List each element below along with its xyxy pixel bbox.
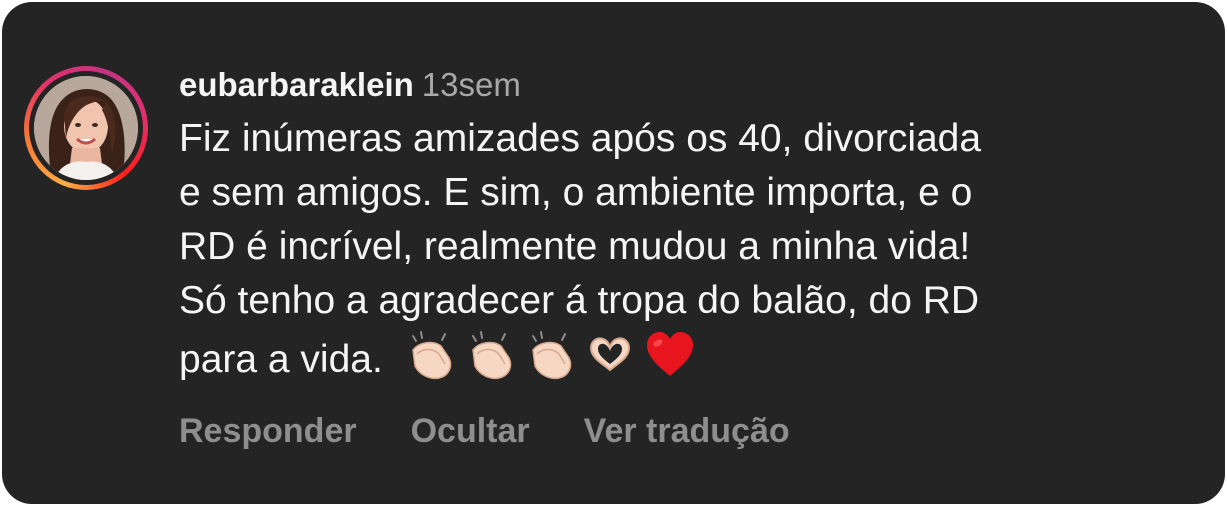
comment-line-text: para a vida.	[179, 338, 383, 381]
reply-button[interactable]: Responder	[179, 412, 357, 450]
avatar[interactable]	[34, 76, 138, 180]
comment-header: eubarbaraklein 13sem	[179, 62, 1199, 108]
comment-content: eubarbaraklein 13sem Fiz inúmeras amizade…	[179, 62, 1199, 387]
comment-text: Fiz inúmeras amizades após os 40, divorc…	[179, 112, 1199, 387]
timestamp[interactable]: 13sem	[422, 66, 521, 103]
story-ring[interactable]	[24, 66, 148, 190]
comment-actions: Responder Ocultar Ver tradução	[179, 412, 844, 451]
red-heart-icon	[646, 332, 693, 376]
avatar-gap	[29, 71, 143, 185]
heart-hands-icon	[589, 337, 630, 372]
hide-button[interactable]: Ocultar	[411, 412, 530, 450]
translate-button[interactable]: Ver tradução	[584, 412, 790, 450]
comment-line: e sem amigos. E sim, o ambiente importa,…	[179, 171, 973, 214]
comment-line: RD é incrível, realmente mudou a minha v…	[179, 225, 971, 268]
comment-line: Só tenho a agradecer á tropa do balão, d…	[179, 279, 980, 322]
clapping-hands-icon	[411, 331, 452, 380]
clapping-hands-icon	[531, 331, 572, 380]
comment-line-last: para a vida.	[179, 328, 1199, 387]
username[interactable]: eubarbaraklein	[179, 66, 414, 103]
comment-card: eubarbaraklein 13sem Fiz inúmeras amizade…	[2, 2, 1225, 504]
clapping-hands-icon	[471, 331, 512, 380]
comment-line: Fiz inúmeras amizades após os 40, divorc…	[179, 117, 982, 160]
emoji-row	[383, 331, 697, 381]
